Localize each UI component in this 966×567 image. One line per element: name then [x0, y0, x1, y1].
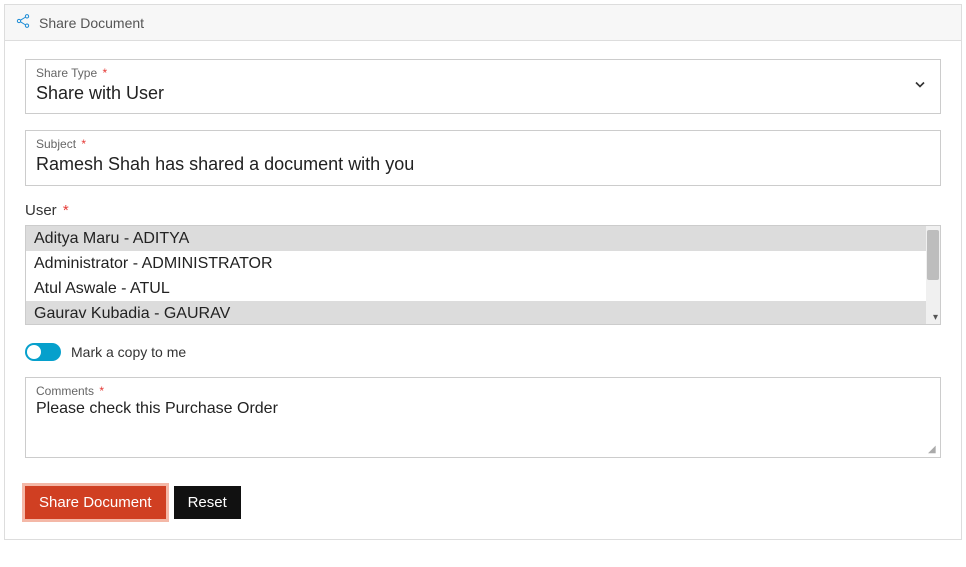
required-marker: * [81, 137, 86, 151]
scrollbar[interactable]: ▾ [926, 226, 940, 324]
user-option[interactable]: Administrator - ADMINISTRATOR [26, 251, 926, 276]
required-marker: * [99, 384, 104, 398]
user-label: User * [25, 202, 941, 219]
mark-copy-label: Mark a copy to me [71, 344, 186, 360]
share-type-select[interactable]: Share Type * Share with User [25, 59, 941, 114]
user-multiselect[interactable]: Aditya Maru - ADITYAAdministrator - ADMI… [25, 225, 941, 325]
user-option[interactable]: Atul Aswale - ATUL [26, 276, 926, 301]
share-document-button[interactable]: Share Document [25, 486, 166, 519]
toggle-knob [27, 345, 41, 359]
share-type-value: Share with User [36, 82, 930, 105]
comments-label: Comments * [36, 384, 930, 398]
share-document-panel: Share Document Share Type * Share with U… [4, 4, 962, 540]
user-option[interactable]: Aditya Maru - ADITYA [26, 226, 926, 251]
subject-value: Ramesh Shah has shared a document with y… [36, 153, 930, 176]
mark-copy-toggle[interactable] [25, 343, 61, 361]
panel-title: Share Document [39, 15, 144, 31]
subject-field[interactable]: Subject * Ramesh Shah has shared a docum… [25, 130, 941, 185]
subject-label: Subject * [36, 137, 930, 151]
required-marker: * [103, 66, 108, 80]
resize-handle-icon[interactable]: ◢ [928, 445, 938, 455]
user-option[interactable]: Gaurav Kubadia - GAURAV [26, 301, 926, 323]
panel-body: Share Type * Share with User Subject * R… [5, 41, 961, 539]
mark-copy-row: Mark a copy to me [25, 343, 941, 361]
reset-button[interactable]: Reset [174, 486, 241, 519]
comments-textarea[interactable] [36, 400, 930, 446]
share-type-label: Share Type * [36, 66, 930, 80]
panel-header: Share Document [5, 5, 961, 41]
buttons-row: Share Document Reset [25, 486, 941, 519]
comments-field[interactable]: Comments * ◢ [25, 377, 941, 458]
scrollbar-down-icon[interactable]: ▾ [933, 313, 938, 323]
required-marker: * [63, 202, 69, 219]
scrollbar-thumb[interactable] [927, 230, 939, 280]
share-icon [15, 13, 31, 32]
user-group: User * Aditya Maru - ADITYAAdministrator… [25, 202, 941, 325]
